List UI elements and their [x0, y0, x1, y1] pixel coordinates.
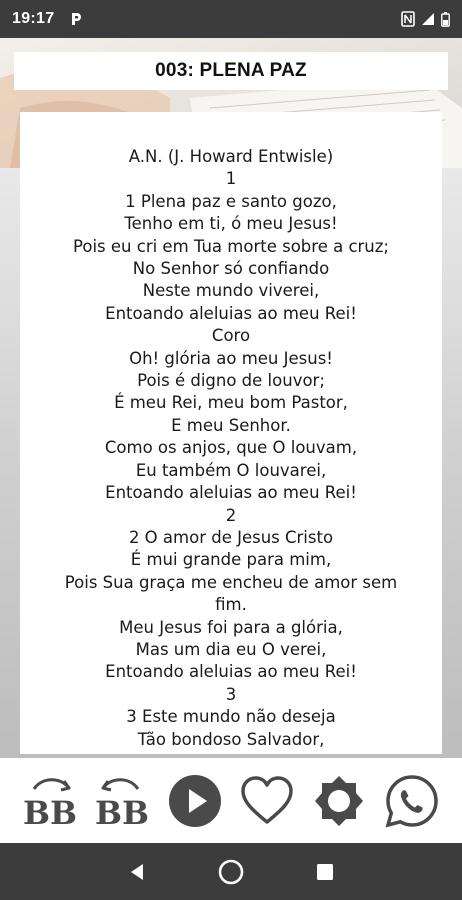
- lyric-line: 1: [225, 169, 237, 189]
- lyric-line: É meu Rei, meu bom Pastor,: [114, 393, 348, 413]
- battery-icon: [441, 11, 450, 27]
- lyric-line: A.N. (J. Howard Entwisle): [128, 147, 334, 166]
- bottom-toolbar: BB BB: [0, 758, 462, 843]
- lyric-line: 3: [225, 684, 237, 704]
- lyric-line: No Senhor só confiando: [132, 259, 330, 279]
- svg-text:BB: BB: [95, 794, 149, 829]
- font-increase-icon: BB: [23, 777, 77, 829]
- lyric-line: Eu também O louvarei,: [135, 460, 327, 480]
- lyric-line: Pois é digno de louvor;: [137, 371, 325, 391]
- status-icons: [401, 11, 450, 27]
- lyric-line: 1 Plena paz e santo gozo,: [125, 191, 337, 211]
- play-icon: [168, 774, 221, 827]
- brightness-icon: [315, 775, 364, 826]
- favorite-button[interactable]: [236, 770, 298, 832]
- lyric-line: 3 Este mundo não deseja: [126, 707, 336, 727]
- home-button[interactable]: [211, 852, 251, 892]
- font-increase-button[interactable]: BB: [19, 770, 81, 832]
- lyric-line: Pois Sua graça me encheu de amor sem: [64, 572, 398, 592]
- play-button[interactable]: [164, 770, 226, 832]
- lyric-line: Meu Jesus foi para a glória,: [119, 617, 343, 637]
- signal-icon: [422, 13, 434, 25]
- whatsapp-share-button[interactable]: [381, 770, 443, 832]
- lyric-line: Oh! glória ao meu Jesus!: [129, 348, 333, 368]
- brightness-button[interactable]: [308, 770, 370, 832]
- back-icon: [131, 863, 143, 880]
- hymn-title: 003: PLENA PAZ: [14, 52, 448, 90]
- recents-button[interactable]: [305, 852, 345, 892]
- lyrics-text: A.N. (J. Howard Entwisle) 1 1 Plena paz e …: [20, 112, 442, 751]
- lyric-line: Tão bondoso Salvador,: [137, 729, 325, 749]
- lyric-line: Entoando aleluias ao meu Rei!: [105, 303, 357, 323]
- status-bar: 19:17: [0, 0, 462, 38]
- lyric-line: Mas um dia eu O verei,: [135, 639, 327, 659]
- lyric-line: Neste mundo viverei,: [142, 281, 320, 301]
- recents-icon: [317, 863, 333, 880]
- lyric-line: 2 O amor de Jesus Cristo: [128, 527, 334, 547]
- home-icon: [218, 859, 244, 884]
- status-time: 19:17: [12, 10, 55, 27]
- lyric-line: fim.: [215, 595, 247, 615]
- back-button[interactable]: [117, 852, 157, 892]
- lyric-line: E meu Senhor.: [171, 415, 291, 435]
- parking-icon: [72, 13, 82, 25]
- whatsapp-icon: [385, 774, 438, 827]
- lyric-line: Entoando aleluias ao meu Rei!: [105, 662, 357, 682]
- lyric-line: Como os anjos, que O louvam,: [104, 438, 358, 458]
- lyric-line: Tenho em ti, ó meu Jesus!: [124, 214, 338, 234]
- heart-icon: [241, 775, 293, 824]
- font-decrease-icon: BB: [95, 777, 150, 829]
- nfc-icon: [401, 11, 415, 27]
- lyric-line: Entoando aleluias ao meu Rei!: [105, 483, 357, 503]
- lyric-line: 2: [225, 505, 237, 525]
- lyric-line: Pois eu cri em Tua morte sobre a cruz;: [73, 236, 389, 256]
- font-decrease-button[interactable]: BB: [91, 770, 153, 832]
- svg-text:BB: BB: [23, 794, 77, 829]
- lyric-line: Coro: [211, 326, 251, 346]
- lyric-line: É mui grande para mim,: [130, 550, 332, 570]
- navigation-bar: [0, 843, 462, 900]
- lyrics-card[interactable]: A.N. (J. Howard Entwisle) 1 1 Plena paz e …: [20, 112, 442, 754]
